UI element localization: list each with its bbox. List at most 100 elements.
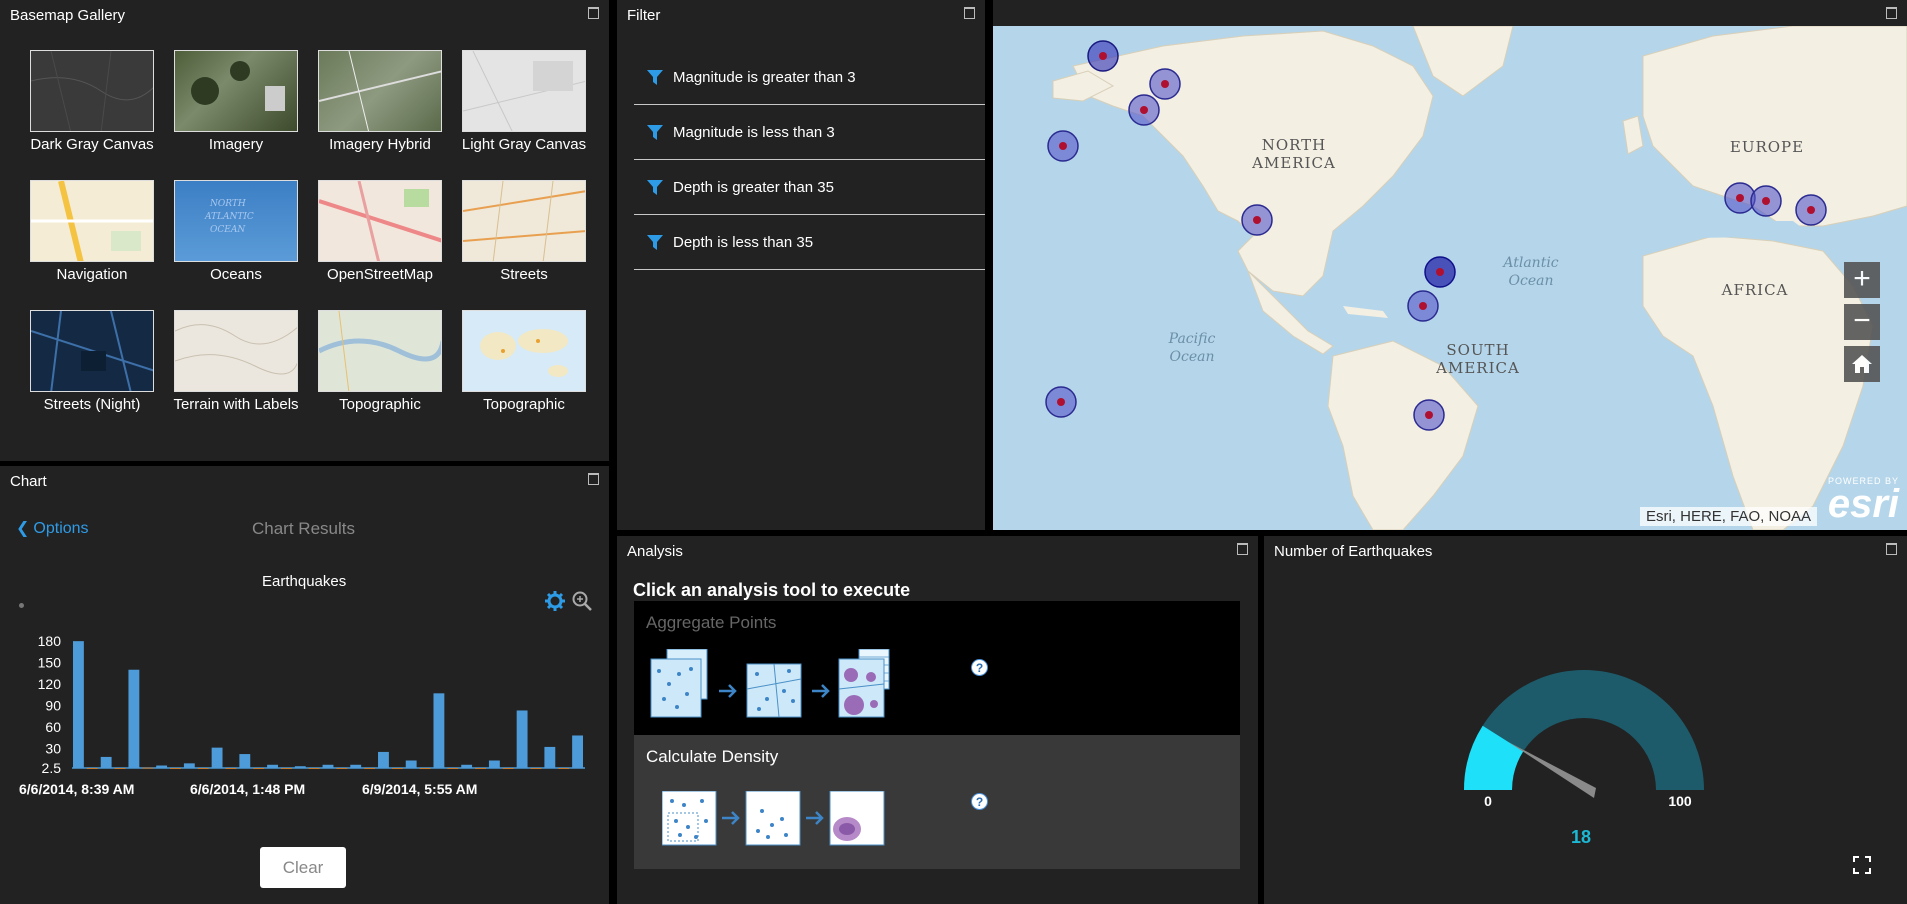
basemap-thumbnail bbox=[318, 310, 442, 392]
basemap-label: Light Gray Canvas bbox=[461, 136, 587, 153]
chart-bar[interactable] bbox=[183, 763, 195, 768]
chart-bar[interactable] bbox=[405, 760, 417, 768]
basemap-thumbnail bbox=[462, 180, 586, 262]
maximize-icon[interactable] bbox=[1237, 543, 1248, 555]
chart-bar[interactable] bbox=[488, 760, 500, 768]
chart-bar[interactable] bbox=[336, 768, 348, 769]
tool-aggregate-points[interactable]: Aggregate Points ? bbox=[634, 601, 1240, 735]
fullscreen-icon[interactable] bbox=[1852, 855, 1872, 875]
settings-gear-icon[interactable] bbox=[544, 590, 566, 612]
basemap-item-light-gray-canvas[interactable]: Light Gray Canvas bbox=[452, 50, 596, 180]
basemap-item-terrain-with-labels[interactable]: Terrain with Labels bbox=[164, 310, 308, 440]
map-label-south-america: SOUTH bbox=[1446, 341, 1509, 359]
y-tick-label: 150 bbox=[38, 655, 62, 671]
basemap-item-streets[interactable]: Streets bbox=[452, 180, 596, 310]
chart-bar[interactable] bbox=[170, 768, 181, 769]
chart-bar[interactable] bbox=[322, 764, 334, 768]
map-label-europe: EUROPE bbox=[1730, 138, 1804, 156]
basemap-thumbnail bbox=[174, 50, 298, 132]
chart-bar[interactable] bbox=[86, 768, 98, 769]
funnel-icon bbox=[647, 180, 663, 195]
esri-logo: POWERED BY esri bbox=[1828, 476, 1899, 524]
chart-bar[interactable] bbox=[475, 768, 486, 769]
chart-bar[interactable] bbox=[378, 751, 389, 768]
basemap-label: Streets bbox=[500, 266, 548, 283]
chart-bar[interactable] bbox=[142, 767, 154, 769]
chart-bar[interactable] bbox=[128, 669, 140, 768]
zoom-magnifier-icon[interactable] bbox=[571, 590, 593, 612]
maximize-icon[interactable] bbox=[1886, 7, 1897, 19]
chart-title: Earthquakes bbox=[262, 573, 347, 590]
options-link[interactable]: ❮ Options bbox=[16, 518, 89, 538]
zoom-out-button[interactable]: − bbox=[1844, 304, 1880, 340]
filter-item-depth-gt-35[interactable]: Depth is greater than 35 bbox=[634, 160, 985, 215]
chart-bar[interactable] bbox=[156, 765, 168, 768]
chart-bar[interactable] bbox=[544, 746, 556, 768]
chart-bar[interactable] bbox=[114, 768, 126, 769]
chart-bar[interactable] bbox=[308, 768, 320, 769]
basemap-label: Oceans bbox=[210, 266, 262, 283]
help-icon[interactable]: ? bbox=[971, 659, 988, 676]
filter-item-magnitude-gt-3[interactable]: Magnitude is greater than 3 bbox=[634, 50, 985, 105]
chart-bar[interactable] bbox=[516, 710, 528, 768]
bar-chart: 180 150 120 90 60 30 2.5 6/6/2014, 8:39 AM 6/6/2… bbox=[19, 633, 585, 797]
clear-button[interactable]: Clear bbox=[260, 847, 346, 888]
basemap-item-openstreetmap[interactable]: OpenStreetMap bbox=[308, 180, 452, 310]
basemap-item-navigation[interactable]: Navigation bbox=[20, 180, 164, 310]
basemap-label: OpenStreetMap bbox=[327, 266, 433, 283]
chart-bar[interactable] bbox=[73, 641, 84, 768]
basemap-label: Dark Gray Canvas bbox=[30, 136, 154, 153]
panel-title: Filter bbox=[627, 7, 661, 24]
map-view[interactable]: NORTH AMERICA SOUTH AMERICA EUROPE AFRIC… bbox=[993, 26, 1907, 530]
chart-bar[interactable] bbox=[391, 768, 403, 769]
basemap-item-topographic-world[interactable]: Topographic bbox=[452, 310, 596, 440]
maximize-icon[interactable] bbox=[964, 7, 975, 19]
filter-item-depth-lt-35[interactable]: Depth is less than 35 bbox=[634, 215, 985, 270]
chart-bar[interactable] bbox=[100, 756, 112, 768]
tool-calculate-density[interactable]: Calculate Density ? bbox=[634, 735, 1240, 869]
map-label-atlantic: Atlantic bbox=[1501, 255, 1558, 271]
calculate-density-diagram bbox=[662, 791, 885, 846]
chart-bar[interactable] bbox=[530, 768, 542, 769]
basemap-item-streets-night[interactable]: Streets (Night) bbox=[20, 310, 164, 440]
chart-bar[interactable] bbox=[350, 764, 362, 768]
filter-label: Magnitude is less than 3 bbox=[673, 123, 835, 141]
chart-bar[interactable] bbox=[253, 768, 265, 769]
y-tick-label: 60 bbox=[45, 719, 61, 735]
chart-bar[interactable] bbox=[364, 768, 376, 769]
chart-bar[interactable] bbox=[225, 768, 237, 769]
chart-bar[interactable] bbox=[461, 764, 473, 768]
chart-bar[interactable] bbox=[211, 747, 223, 768]
tool-name: Calculate Density bbox=[646, 747, 779, 766]
funnel-icon bbox=[647, 70, 663, 85]
chart-bar[interactable] bbox=[502, 768, 514, 769]
zoom-in-button[interactable]: + bbox=[1844, 262, 1880, 298]
basemap-label: Imagery Hybrid bbox=[329, 136, 431, 153]
chart-bar[interactable] bbox=[294, 766, 306, 768]
home-button[interactable] bbox=[1844, 346, 1880, 382]
filter-panel: Filter Magnitude is greater than 3 Magni… bbox=[617, 0, 985, 530]
basemap-gallery-panel: Basemap Gallery Dark Gray Canvas Imagery… bbox=[0, 0, 609, 461]
filter-label: Depth is greater than 35 bbox=[673, 178, 834, 196]
chart-bar[interactable] bbox=[267, 764, 278, 768]
chart-bar[interactable] bbox=[239, 754, 251, 768]
filter-item-magnitude-lt-3[interactable]: Magnitude is less than 3 bbox=[634, 105, 985, 160]
chart-bar[interactable] bbox=[433, 693, 445, 768]
chart-bar[interactable] bbox=[280, 768, 292, 769]
basemap-item-topographic[interactable]: Topographic bbox=[308, 310, 452, 440]
basemap-item-oceans[interactable]: NORTH ATLANTIC OCEAN Oceans bbox=[164, 180, 308, 310]
chart-bar[interactable] bbox=[572, 735, 583, 768]
maximize-icon[interactable] bbox=[1886, 543, 1897, 555]
x-tick-label: 6/6/2014, 8:39 AM bbox=[19, 781, 134, 797]
chart-bar[interactable] bbox=[447, 768, 459, 769]
basemap-item-dark-gray-canvas[interactable]: Dark Gray Canvas bbox=[20, 50, 164, 180]
map-label-north-america: NORTH bbox=[1262, 136, 1327, 154]
help-icon[interactable]: ? bbox=[971, 793, 988, 810]
basemap-item-imagery[interactable]: Imagery bbox=[164, 50, 308, 180]
chart-bar[interactable] bbox=[197, 768, 209, 769]
basemap-item-imagery-hybrid[interactable]: Imagery Hybrid bbox=[308, 50, 452, 180]
chart-bar[interactable] bbox=[558, 768, 570, 769]
maximize-icon[interactable] bbox=[588, 473, 599, 485]
chart-bar[interactable] bbox=[419, 768, 431, 769]
maximize-icon[interactable] bbox=[588, 7, 599, 19]
